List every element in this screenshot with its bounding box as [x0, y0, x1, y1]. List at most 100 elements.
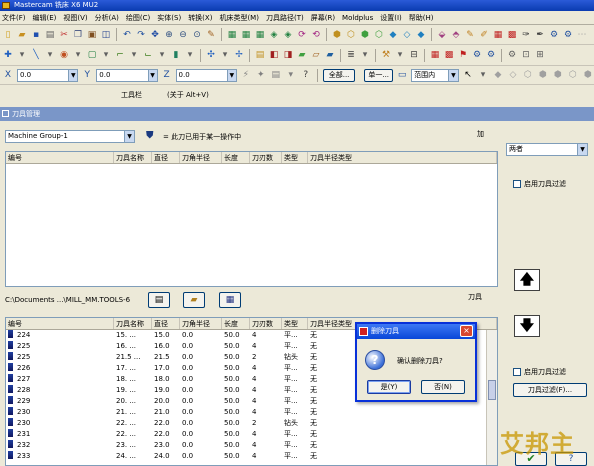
drill-icon[interactable]: ⚒	[380, 49, 392, 61]
circle-icon[interactable]: ◉	[58, 49, 70, 61]
toolpath-manager-icon[interactable]: ⊞	[534, 49, 546, 61]
print-icon[interactable]: ▤	[44, 29, 56, 41]
face-icon[interactable]: ⚑	[457, 49, 469, 61]
y-coordinate-input[interactable]: 0.0 ▼	[96, 68, 158, 82]
dynamic-rotate-icon[interactable]: ⟲	[310, 29, 322, 41]
measure-icon[interactable]: ⬘	[450, 29, 462, 41]
dropdown-arrow-icon[interactable]: ▾	[219, 49, 231, 61]
edit-icon[interactable]: ✐	[478, 29, 490, 41]
material-icon[interactable]: ◇	[401, 29, 413, 41]
level-icon[interactable]: ▤	[254, 49, 266, 61]
rotate-view-icon[interactable]: ⟳	[296, 29, 308, 41]
menu-analyze[interactable]: 分析(A)	[95, 13, 119, 23]
repaint-icon[interactable]: ✎	[205, 29, 217, 41]
solid-extrude-icon[interactable]: ▰	[296, 49, 308, 61]
mask-icon[interactable]: ◆	[492, 69, 504, 81]
enable-filter-checkbox-top[interactable]: 启用刀具过滤	[513, 179, 566, 189]
paste-icon[interactable]: ▣	[86, 29, 98, 41]
column-header-tool-name[interactable]: 刀具名称	[114, 318, 152, 329]
column-header-tool-name[interactable]: 刀具名称	[114, 152, 152, 163]
scrollbar-thumb[interactable]	[488, 380, 496, 400]
redo-icon[interactable]: ↷	[135, 29, 147, 41]
x-coordinate-input[interactable]: 0.0 ▼	[17, 68, 79, 82]
dropdown-arrow-icon[interactable]: ▾	[72, 49, 84, 61]
snap-icon[interactable]: ▤	[270, 69, 282, 81]
column-header-number[interactable]: 编号	[6, 152, 114, 163]
open-folder-icon[interactable]: ▰	[16, 29, 28, 41]
column-header-number[interactable]: 编号	[6, 318, 114, 329]
table-row[interactable]: 231 22. ... 22.0 0.0 50.0 4 平... 无	[6, 429, 497, 440]
fillet-icon[interactable]: ⌐	[114, 49, 126, 61]
solid-select-icon[interactable]: ⬢	[537, 69, 549, 81]
menu-toolpaths[interactable]: 刀具路径(T)	[266, 13, 304, 23]
stock-icon[interactable]: ⊡	[520, 49, 532, 61]
solid-shade-icon[interactable]: ⬢	[359, 29, 371, 41]
menu-edit[interactable]: 编辑(E)	[33, 13, 57, 23]
shade-icon[interactable]: ⬢	[331, 29, 343, 41]
line-icon[interactable]: ╲	[30, 49, 42, 61]
post-icon[interactable]: ⚙	[562, 29, 574, 41]
dropdown-arrow-icon[interactable]: ▾	[44, 49, 56, 61]
column-header-diameter[interactable]: 直径	[152, 318, 180, 329]
menu-create[interactable]: 绘图(C)	[126, 13, 150, 23]
selection-mode-icon[interactable]: ▭	[396, 69, 408, 81]
column-header-corner-radius[interactable]: 刀角半径	[180, 152, 222, 163]
yes-button[interactable]: 是(Y)	[367, 380, 411, 394]
hidden-line-icon[interactable]: ⬡	[373, 29, 385, 41]
column-header-diameter[interactable]: 直径	[152, 152, 180, 163]
snap-dropdown-icon[interactable]: ▾	[285, 69, 297, 81]
zoom-target-icon[interactable]: ⊙	[191, 29, 203, 41]
enable-filter-checkbox-bottom[interactable]: 启用刀具过滤	[513, 367, 566, 377]
copy-icon[interactable]: ❐	[72, 29, 84, 41]
zoom-window-icon[interactable]: ⊕	[163, 29, 175, 41]
menu-screen[interactable]: 屏幕(R)	[311, 13, 335, 23]
analyze-icon[interactable]: ⬙	[436, 29, 448, 41]
translucent-icon[interactable]: ◆	[387, 29, 399, 41]
new-file-icon[interactable]: ▯	[2, 29, 14, 41]
part-tools-grid[interactable]: 编号 刀具名称 直径 刀角半径 长度 刀刃数 类型 刀具半径类型	[5, 151, 498, 287]
attribute-icon[interactable]: ◧	[268, 49, 280, 61]
menu-moldplus[interactable]: Moldplus	[342, 14, 373, 22]
lighting-icon[interactable]: ◆	[415, 29, 427, 41]
library-list-button[interactable]: ▦	[219, 292, 241, 308]
point-icon[interactable]: ✚	[2, 49, 14, 61]
dropdown-arrow-icon[interactable]: ▾	[184, 49, 196, 61]
highspeed-icon[interactable]: ⚙	[471, 49, 483, 61]
fit-icon[interactable]: ✥	[149, 29, 161, 41]
settings-gear-icon[interactable]: ⚙	[506, 49, 518, 61]
no-button[interactable]: 否(N)	[421, 380, 465, 394]
dropdown-arrow-icon[interactable]: ▾	[128, 49, 140, 61]
unzoom-icon[interactable]: ⊖	[177, 29, 189, 41]
chevron-down-icon[interactable]: ▼	[124, 131, 134, 142]
transform-icon[interactable]: ▮	[170, 49, 182, 61]
checkbox-box[interactable]	[513, 368, 521, 376]
toolpath-icon[interactable]: ✑	[520, 29, 532, 41]
chevron-down-icon[interactable]: ▼	[447, 69, 458, 81]
surface-rough-icon[interactable]: ▦	[429, 49, 441, 61]
copy-to-library-button[interactable]: 🡅	[514, 269, 540, 291]
dropdown-arrow-icon[interactable]: ▾	[16, 49, 28, 61]
browse-library-button[interactable]: ▰	[183, 292, 205, 308]
dropdown-arrow-icon[interactable]: ▾	[394, 49, 406, 61]
select-single-button[interactable]: 单一...	[364, 68, 394, 82]
table-row[interactable]: 233 24. ... 24.0 0.0 50.0 4 平... 无	[6, 451, 497, 462]
chevron-down-icon[interactable]: ▼	[577, 144, 587, 155]
dropdown-arrow-icon[interactable]: ▾	[156, 49, 168, 61]
body-select-icon[interactable]: ⬢	[582, 69, 594, 81]
pencil-icon[interactable]: ✎	[464, 29, 476, 41]
dropdown-arrow-icon[interactable]: ▾	[359, 49, 371, 61]
library-scrollbar[interactable]	[486, 330, 497, 465]
autocursor-icon[interactable]: ✦	[255, 69, 267, 81]
copy-to-part-button[interactable]: 🡇	[514, 315, 540, 337]
chevron-down-icon[interactable]: ▼	[147, 69, 157, 81]
menu-machine-type[interactable]: 机床类型(M)	[219, 13, 259, 23]
column-header-length[interactable]: 长度	[222, 152, 250, 163]
menu-xform[interactable]: 转换(X)	[188, 13, 212, 23]
column-header-radius-type[interactable]: 刀具半径类型	[308, 152, 497, 163]
merge-icon[interactable]: ◫	[100, 29, 112, 41]
cut-icon[interactable]: ✂	[58, 29, 70, 41]
tool-filter-button[interactable]: 刀具过滤(F)...	[513, 383, 587, 397]
grid-snap-icon[interactable]: ▩	[506, 29, 518, 41]
solid-sweep-icon[interactable]: ▰	[324, 49, 336, 61]
panel-pin-icon[interactable]	[2, 110, 9, 117]
